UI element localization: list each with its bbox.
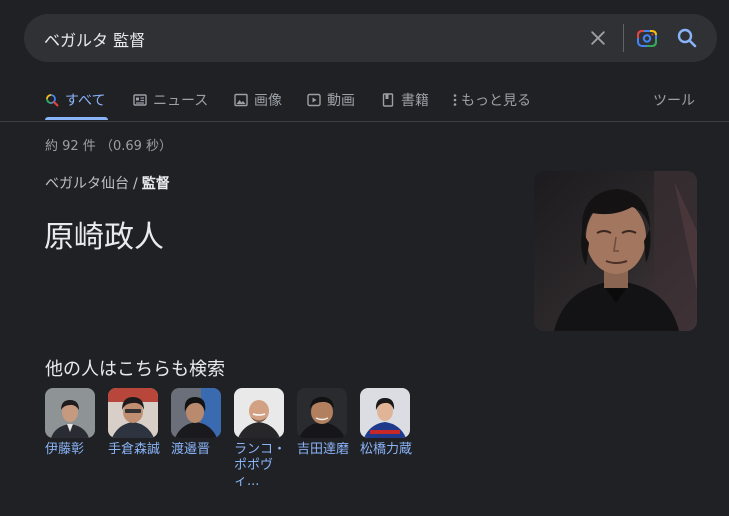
person-name: 松橋力蔵 [360, 442, 413, 457]
related-people-list: 伊藤彰 手倉森誠 渡邉晋 ランコ・ポポヴィ... 吉田達磨 松橋力蔵 [45, 388, 465, 516]
person-photo [171, 388, 221, 438]
related-person[interactable]: 松橋力蔵 [360, 388, 414, 458]
answer-photo[interactable] [534, 171, 697, 331]
related-searches-title: 他の人はこちらも検索 [45, 359, 225, 380]
tab-videos[interactable]: 動画 [307, 90, 355, 118]
related-person[interactable]: 吉田達磨 [297, 388, 351, 458]
tab-label: もっと見る [461, 93, 531, 109]
active-tab-indicator [45, 117, 108, 120]
breadcrumb: ベガルタ仙台 / 監督 [45, 173, 170, 193]
search-button[interactable] [675, 26, 699, 50]
breadcrumb-separator: / [133, 176, 138, 192]
tab-label: 動画 [327, 93, 355, 109]
person-photo [45, 388, 95, 438]
lens-button[interactable] [635, 26, 659, 50]
person-photo [360, 388, 410, 438]
person-name: 伊藤彰 [45, 442, 85, 457]
person-name: ランコ・ポポヴィ... [234, 442, 287, 489]
related-person[interactable]: ランコ・ポポヴィ... [234, 388, 288, 490]
tab-label: ニュース [153, 93, 209, 109]
camera-icon [637, 30, 657, 47]
tab-all[interactable]: すべて [45, 90, 105, 118]
search-bar-divider [623, 24, 624, 52]
search-icon [677, 28, 697, 48]
search-icon [46, 94, 59, 107]
close-icon [591, 31, 605, 45]
breadcrumb-current: 監督 [141, 176, 170, 192]
related-person[interactable]: 渡邉晋 [171, 388, 225, 458]
person-photo [297, 388, 347, 438]
person-photo [534, 171, 697, 331]
result-stats: 約 92 件 （0.69 秒） [45, 139, 173, 154]
tab-books[interactable]: 書籍 [381, 90, 429, 118]
related-person[interactable]: 伊藤彰 [45, 388, 99, 458]
search-tabs: すべて ニュース 画像 動画 書籍 もっと見る ツール [0, 86, 729, 122]
tools-button[interactable]: ツール [653, 90, 695, 118]
person-name: 吉田達磨 [297, 442, 350, 457]
tab-label: すべて [65, 93, 106, 109]
search-results-page: ベガルタ 監督 すべて ニュース 画像 動画 書籍 もっと見る ツール 約 92… [0, 0, 729, 516]
tab-news[interactable]: ニュース [133, 90, 208, 118]
related-person[interactable]: 手倉森誠 [108, 388, 162, 458]
answer-title[interactable]: 原崎政人 [44, 212, 164, 256]
person-name: 手倉森誠 [108, 442, 161, 457]
tools-label: ツール [653, 93, 695, 109]
news-icon [133, 94, 147, 106]
clear-button[interactable] [586, 26, 610, 50]
tabs-divider [0, 121, 729, 122]
search-bar[interactable]: ベガルタ 監督 [24, 14, 717, 62]
more-vert-icon [453, 94, 457, 106]
tab-more[interactable]: もっと見る [452, 90, 531, 118]
search-input[interactable]: ベガルタ 監督 [44, 27, 145, 51]
image-icon [234, 93, 248, 107]
video-icon [307, 93, 321, 107]
tab-images[interactable]: 画像 [234, 90, 282, 118]
person-photo [234, 388, 284, 438]
person-photo [108, 388, 158, 438]
book-icon [382, 93, 394, 107]
tab-label: 画像 [254, 93, 282, 109]
breadcrumb-parent-link[interactable]: ベガルタ仙台 [45, 176, 129, 192]
person-name: 渡邉晋 [171, 442, 211, 457]
tab-label: 書籍 [401, 93, 429, 109]
